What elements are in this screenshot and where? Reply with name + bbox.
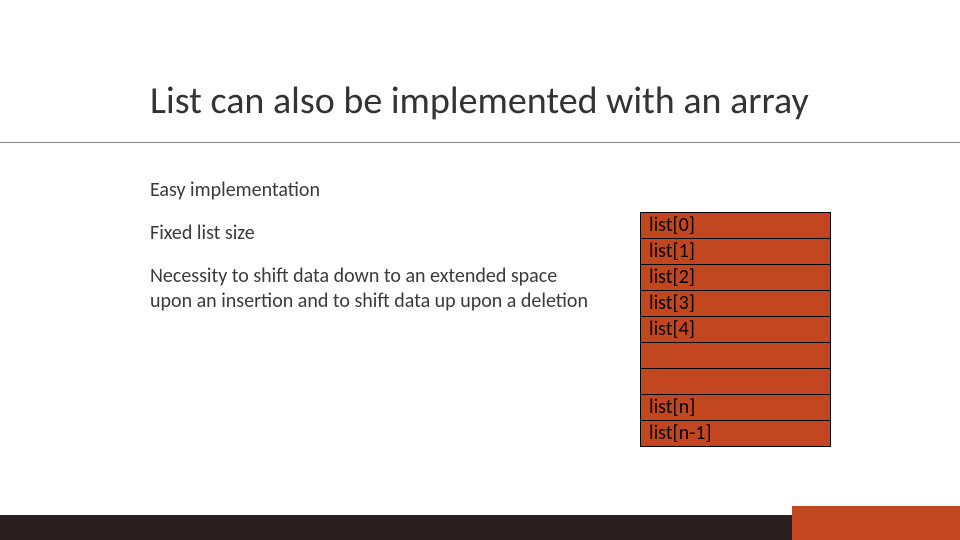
bullet-3: Necessity to shift data down to an exten… <box>150 264 600 314</box>
array-cell: list[3] <box>641 291 831 317</box>
slide-title: List can also be implemented with an arr… <box>150 78 809 124</box>
array-cell: list[2] <box>641 265 831 291</box>
array-cell: list[0] <box>641 213 831 239</box>
array-cell-empty <box>641 343 831 369</box>
array-row <box>641 343 831 369</box>
bullet-1: Easy implementation <box>150 178 600 203</box>
array-cell: list[n-1] <box>641 421 831 447</box>
array-row <box>641 369 831 395</box>
slide: List can also be implemented with an arr… <box>0 0 960 540</box>
array-row: list[3] <box>641 291 831 317</box>
bullet-2: Fixed list size <box>150 221 600 246</box>
footer-band <box>0 506 960 540</box>
array-row: list[0] <box>641 213 831 239</box>
array-cell: list[4] <box>641 317 831 343</box>
body-text: Easy implementation Fixed list size Nece… <box>150 178 600 332</box>
array-row: list[4] <box>641 317 831 343</box>
array-diagram: list[0] list[1] list[2] list[3] list[4] … <box>640 212 831 447</box>
array-row: list[n-1] <box>641 421 831 447</box>
array-row: list[2] <box>641 265 831 291</box>
footer-dark-strip <box>0 515 792 540</box>
array-cell: list[n] <box>641 395 831 421</box>
array-cell-empty <box>641 369 831 395</box>
array-row: list[1] <box>641 239 831 265</box>
footer-accent-block <box>792 506 960 540</box>
array-row: list[n] <box>641 395 831 421</box>
title-underline <box>0 142 960 143</box>
array-cell: list[1] <box>641 239 831 265</box>
